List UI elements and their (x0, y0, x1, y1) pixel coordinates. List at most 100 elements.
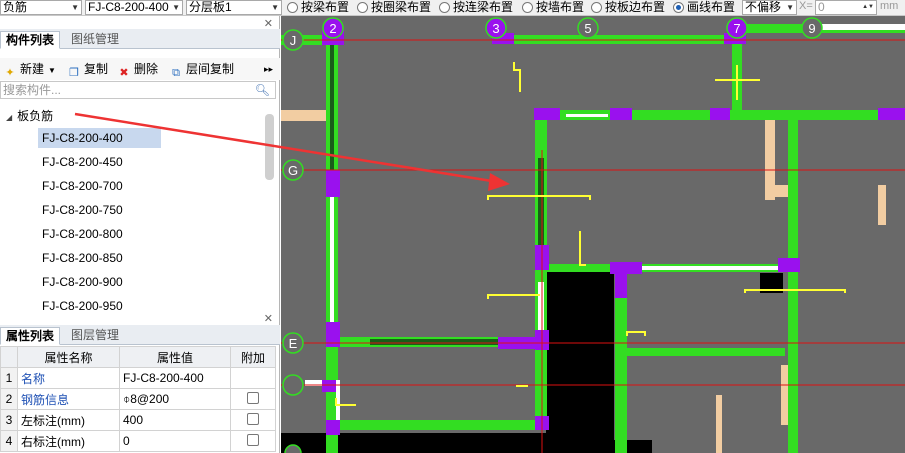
checkbox[interactable] (247, 412, 259, 425)
x-label-text: X= (799, 0, 813, 12)
search-icon[interactable]: 🔍︎ (255, 82, 270, 98)
floor-copy-icon: ⧉ (172, 67, 180, 79)
property-value-text: 400 (123, 413, 144, 427)
x-label: X= (799, 0, 813, 15)
index-header (0, 346, 18, 368)
checkbox[interactable] (247, 433, 259, 446)
radio-draw-line[interactable]: 画线布置 (673, 1, 735, 15)
property-value[interactable]: ⌽8@200 (119, 388, 231, 410)
close-icon[interactable]: ✕ (264, 312, 273, 325)
column-header: 属性名称 (17, 346, 120, 368)
chevron-down-icon: ▼ (71, 3, 79, 12)
component-tabstrip: 构件列表 图纸管理 (0, 29, 280, 49)
drawing-canvas[interactable]: J 2 3 5 7 9 G E (281, 16, 905, 453)
list-item[interactable]: FJ-C8-200-950 (38, 296, 127, 310)
delete-button[interactable]: ✖ 删除 (117, 61, 158, 79)
radio-label: 画线布置 (687, 0, 736, 14)
tab-layer-management[interactable]: 图层管理 (66, 327, 124, 345)
chevron-down-icon: ▼ (786, 3, 794, 12)
radio-by-slab-edge[interactable]: 按板边布置 (591, 1, 665, 15)
column-header-label: 附加 (240, 350, 265, 365)
list-item[interactable]: FJ-C8-200-800 (38, 224, 127, 244)
axis-marker-partial-icon[interactable] (282, 374, 304, 396)
checkbox[interactable] (247, 391, 259, 404)
list-item[interactable]: FJ-C8-200-900 (38, 272, 127, 292)
copy-label: 复制 (84, 62, 109, 76)
list-item-label: FJ-C8-200-800 (42, 227, 123, 241)
property-extra (230, 430, 276, 452)
property-value-text: 0 (123, 434, 130, 448)
column-header-label: 属性值 (156, 350, 193, 365)
list-item-label: FJ-C8-200-850 (42, 251, 123, 265)
radio-by-beam[interactable]: 按梁布置 (287, 1, 349, 15)
radio-by-coupling-beam[interactable]: 按连梁布置 (439, 1, 513, 15)
row-number-text: 4 (5, 434, 13, 448)
offset-combo[interactable]: 不偏移 ▼ (742, 0, 797, 15)
radio-selected-icon (673, 2, 684, 13)
radio-by-ring-beam[interactable]: 按圈梁布置 (357, 1, 431, 15)
list-item[interactable]: FJ-C8-200-700 (38, 176, 127, 196)
search-input[interactable]: 搜索构件... 🔍︎ (0, 81, 276, 99)
row-number-text: 1 (5, 371, 13, 385)
floor-copy-label: 层间复制 (186, 62, 235, 76)
radio-icon (522, 2, 533, 13)
chevron-down-icon: ▼ (271, 3, 279, 12)
table-row: 4 右标注(mm) 0 (0, 430, 276, 452)
tab-label: 属性列表 (6, 329, 55, 343)
tab-label: 图纸管理 (71, 32, 120, 46)
list-item[interactable]: FJ-C8-200-850 (38, 248, 127, 268)
tree-scrollbar[interactable] (265, 114, 274, 180)
rebar-type-value: 负筋 (3, 0, 28, 14)
layer-combo[interactable]: 分层板1 ▼ (186, 0, 282, 15)
row-number: 1 (0, 367, 18, 389)
list-item-label: FJ-C8-200-400 (42, 131, 123, 145)
list-item-label: FJ-C8-200-450 (42, 155, 123, 169)
tab-drawing-management[interactable]: 图纸管理 (66, 31, 124, 49)
copy-button[interactable]: ❐ 复制 (67, 61, 109, 79)
tab-label: 图层管理 (71, 328, 120, 342)
radio-label: 按板边布置 (605, 0, 666, 14)
left-panel: ✕ 构件列表 图纸管理 ✦ 新建 ▼ ❐ 复制 ✖ 删除 ⧉ 层间复制 ▸▸ 搜索构件..… (0, 16, 280, 453)
tab-component-list[interactable]: 构件列表 (0, 31, 61, 49)
property-name: 名称 (17, 367, 120, 389)
property-value[interactable]: 0 (119, 430, 231, 452)
radio-by-wall[interactable]: 按墙布置 (522, 1, 584, 15)
x-input[interactable]: 0 ▲▼ (815, 0, 877, 15)
new-button[interactable]: ✦ 新建 ▼ (3, 61, 56, 79)
list-item[interactable]: FJ-C8-200-750 (38, 200, 127, 220)
tree-root[interactable]: ◢ 板负筋 (6, 108, 53, 124)
row-number-text: 2 (5, 392, 13, 406)
property-extra (230, 367, 276, 389)
list-item[interactable]: FJ-C8-200-450 (38, 152, 127, 172)
column-header-label: 属性名称 (44, 350, 93, 365)
layer-value: 分层板1 (189, 0, 232, 14)
axis-label-2: 2 (329, 21, 336, 36)
component-spec-value: FJ-C8-200-400 (88, 0, 169, 14)
component-toolbar: ✦ 新建 ▼ ❐ 复制 ✖ 删除 ⧉ 层间复制 ▸▸ (0, 58, 280, 80)
list-item[interactable]: FJ-C8-200-400 (38, 128, 161, 148)
more-icon[interactable]: ▸▸ (264, 61, 273, 77)
row-number: 3 (0, 409, 18, 431)
list-item-label: FJ-C8-200-700 (42, 179, 123, 193)
table-row: 2 钢筋信息 ⌽8@200 (0, 388, 276, 410)
floor-copy-button[interactable]: ⧉ 层间复制 (169, 61, 235, 79)
property-value[interactable]: FJ-C8-200-400 (119, 367, 231, 389)
property-extra (230, 388, 276, 410)
tab-label: 构件列表 (6, 33, 55, 47)
list-item-label: FJ-C8-200-750 (42, 203, 123, 217)
offset-value: 不偏移 (745, 0, 782, 14)
component-spec-combo[interactable]: FJ-C8-200-400 ▼ (85, 0, 183, 15)
x-value: 0 (818, 0, 825, 14)
collapse-triangle-icon[interactable]: ◢ (6, 113, 12, 122)
property-extra (230, 409, 276, 431)
rebar-type-combo[interactable]: 负筋 ▼ (0, 0, 82, 15)
tab-property-list[interactable]: 属性列表 (0, 327, 61, 345)
property-tabstrip: 属性列表 图层管理 (0, 325, 280, 345)
property-value[interactable]: 400 (119, 409, 231, 431)
property-name: 右标注(mm) (17, 430, 120, 452)
row-number: 4 (0, 430, 18, 452)
spinner-icon[interactable]: ▲▼ (862, 1, 874, 14)
axis-label-g: G (288, 163, 298, 178)
radio-label: 按梁布置 (301, 0, 350, 14)
property-name-text: 右标注(mm) (21, 434, 85, 449)
